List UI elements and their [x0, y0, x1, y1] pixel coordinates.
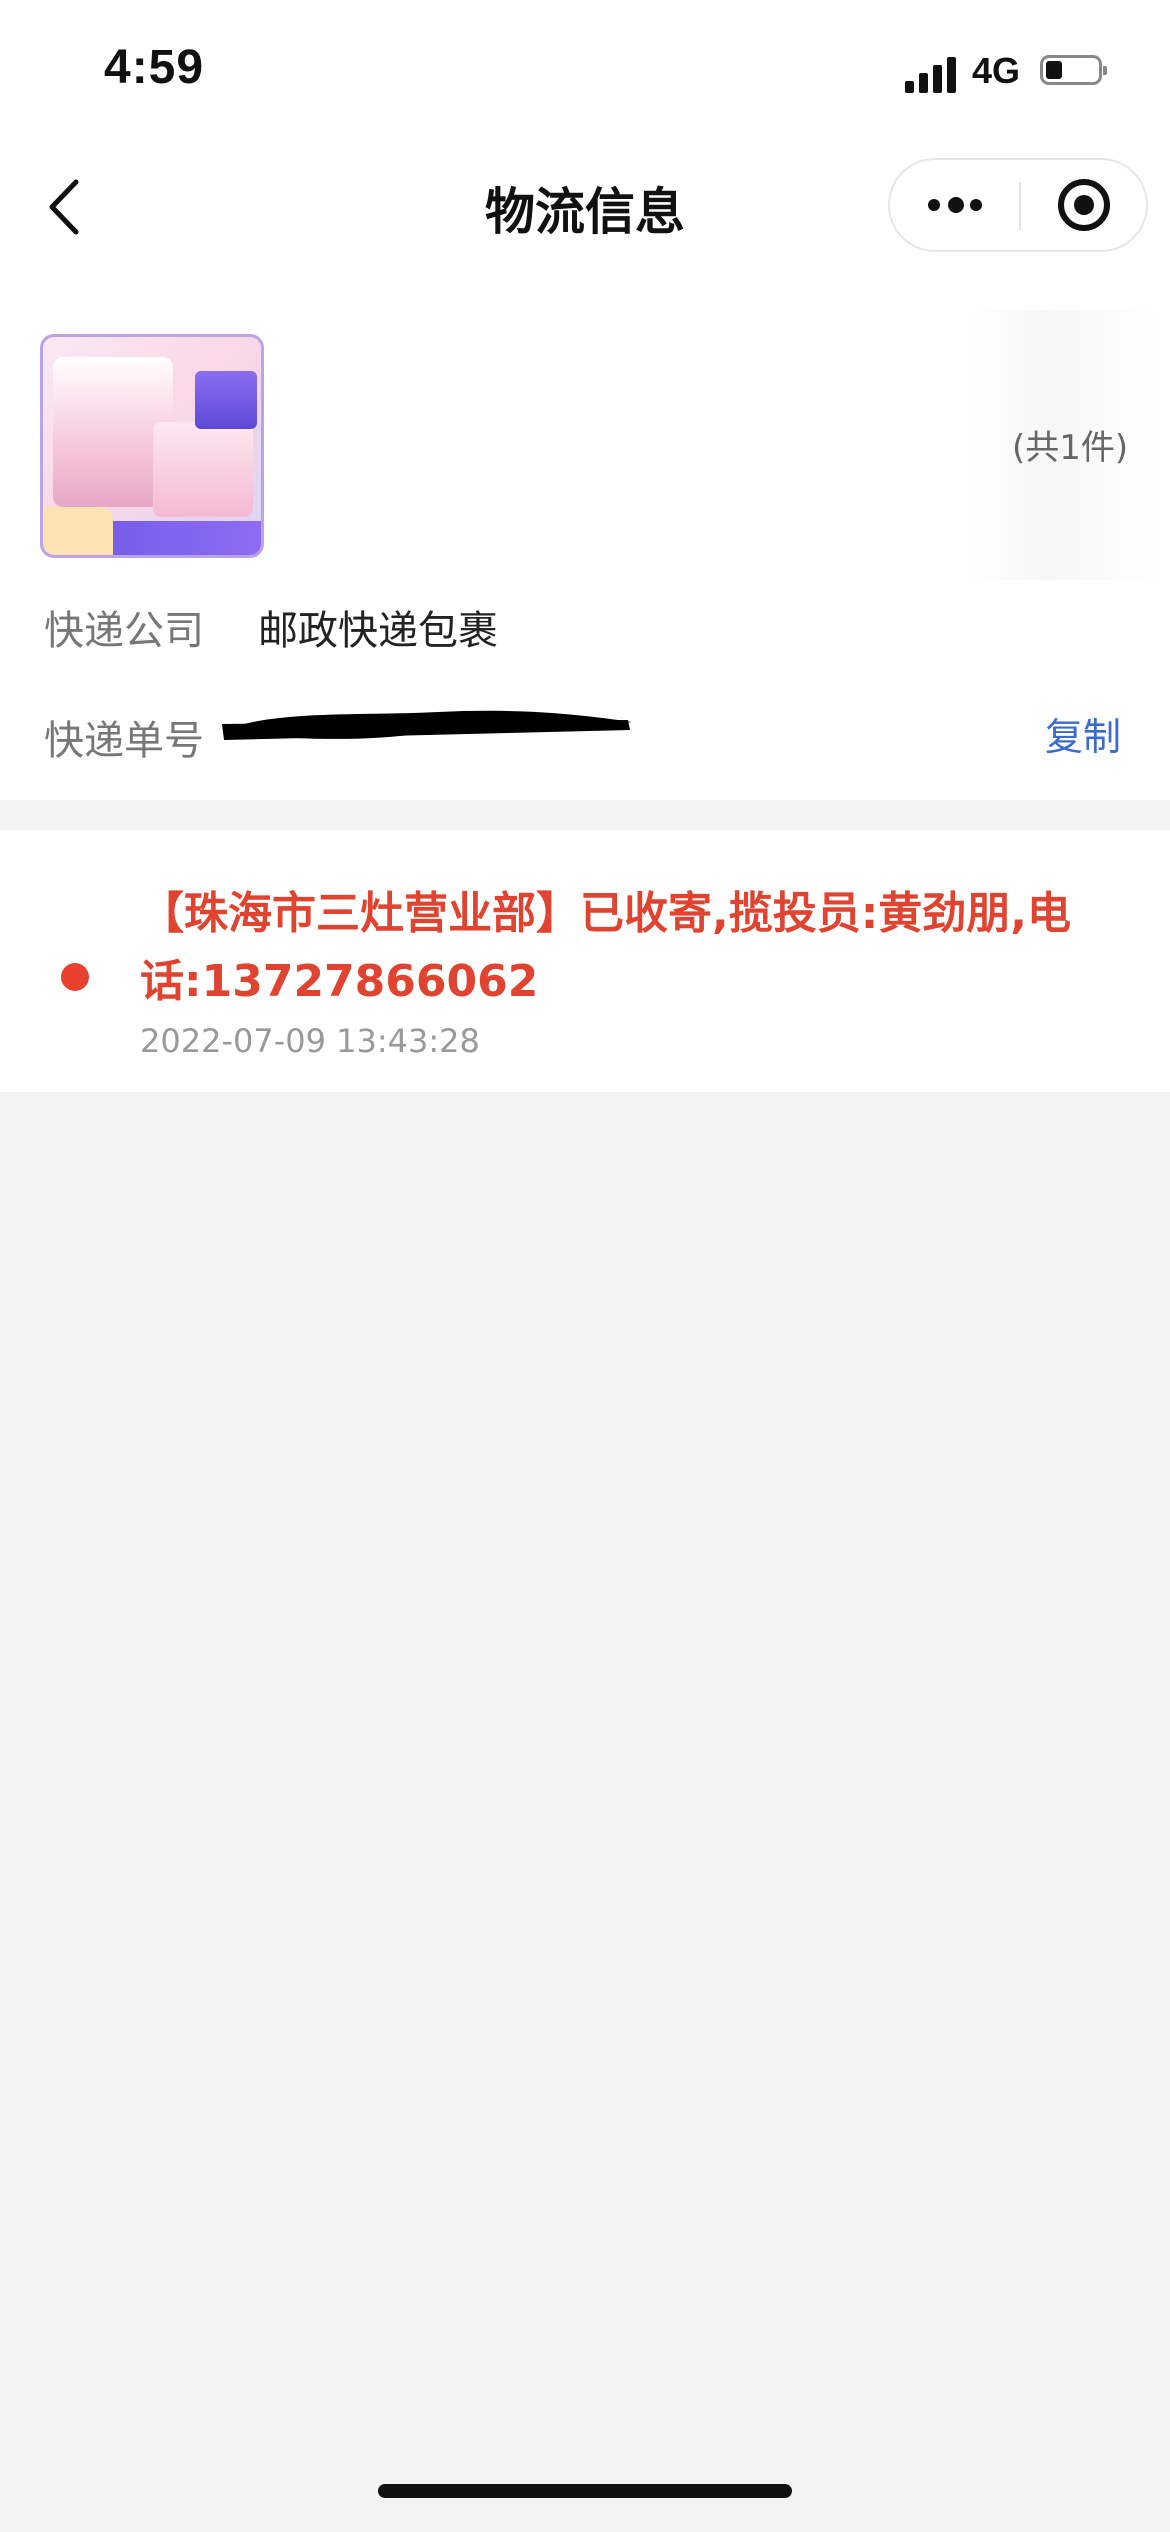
status-time: 4:59 — [104, 41, 205, 94]
product-thumbnail[interactable] — [40, 334, 264, 558]
section-gap — [0, 800, 1170, 830]
target-close-icon[interactable] — [1021, 160, 1148, 250]
tracking-event-text: 【珠海市三灶营业部】已收寄,揽投员:黄劲朋,电话:13727866062 — [140, 888, 1072, 1007]
company-value: 邮政快递包裹 — [258, 608, 498, 654]
home-indicator[interactable] — [378, 2484, 792, 2498]
network-type: 4G — [972, 50, 1021, 91]
copy-button[interactable]: 复制 — [1045, 706, 1121, 761]
tracking-number-label: 快递单号 — [44, 718, 204, 764]
item-count: (共1件) — [1012, 428, 1129, 468]
price-tag — [43, 507, 113, 555]
company-label: 快递公司 — [44, 608, 204, 654]
tracking-event-time: 2022-07-09 13:43:28 — [140, 1022, 480, 1060]
redacted-tracking-number — [222, 710, 632, 740]
promo-badge — [195, 371, 257, 429]
signal-icon — [905, 55, 959, 93]
more-dots-icon[interactable] — [890, 160, 1018, 250]
mini-program-capsule — [888, 158, 1148, 252]
battery-icon — [1040, 55, 1107, 85]
timeline-dot — [61, 963, 89, 991]
